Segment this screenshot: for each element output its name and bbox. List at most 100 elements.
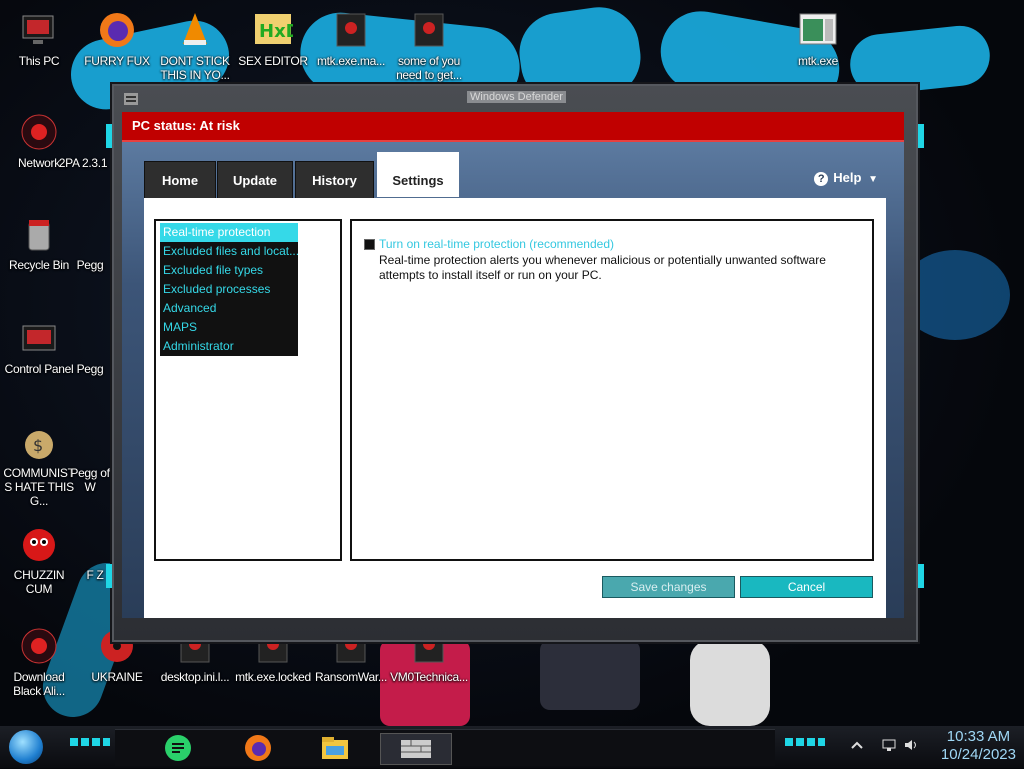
this-pc-icon [19, 10, 59, 50]
icon-label: some of you need to get... [396, 54, 462, 82]
defender-window: Windows Defender PC status: At risk Home… [106, 82, 924, 644]
help-icon: ? [814, 172, 829, 186]
nav-item-real-time-protection[interactable]: Real-time protection [160, 223, 298, 242]
icon-label: Download Black Ali... [13, 670, 65, 698]
realtime-protection-description: Real-time protection alerts you whenever… [379, 253, 826, 282]
desktop-icon-some-of-you[interactable]: some of you need to get... [390, 10, 468, 82]
show-hidden-icons-icon[interactable] [850, 738, 864, 752]
vlc-cone-icon [175, 10, 215, 50]
red-creature-icon [19, 524, 59, 564]
nav-item-maps[interactable]: MAPS [160, 318, 298, 337]
nav-item-excluded-file-types[interactable]: Excluded file types [160, 261, 298, 280]
tab-history[interactable]: History [295, 161, 374, 198]
dark-app-icon [409, 10, 449, 50]
settings-nav-box: Real-time protection Excluded files and … [154, 219, 342, 561]
icon-label: SEX EDITOR [238, 54, 308, 68]
nav-item-advanced[interactable]: Advanced [160, 299, 298, 318]
help-label: Help [833, 170, 862, 185]
frame-accent [918, 124, 924, 148]
dark-app-icon [331, 10, 371, 50]
taskbar-accent [70, 738, 110, 746]
chevron-down-icon: ▼ [868, 174, 878, 185]
notes-app-icon[interactable] [163, 733, 193, 763]
icon-label: CHUZZIN CUM [13, 568, 65, 596]
clock-date: 10/24/2023 [940, 746, 1016, 763]
taskbar-apps [115, 729, 775, 766]
icon-label: DONT STICK THIS IN YO... [160, 54, 230, 82]
app-icon [70, 422, 110, 462]
window-app-icon [798, 10, 838, 50]
desktop-icon-furry-fux[interactable]: FURRY FUX [78, 10, 156, 68]
nav-item-excluded-processes[interactable]: Excluded processes [160, 280, 298, 299]
network-tray-icon[interactable] [882, 738, 896, 752]
icon-label: mtk.exe.locked [235, 670, 311, 684]
frame-accent [106, 124, 112, 148]
desktop-icon-pegg-1[interactable]: Pegg [70, 214, 110, 272]
nav-item-administrator[interactable]: Administrator [160, 337, 298, 356]
desktop-icon-2pac[interactable]: 2PA 2.3.1 [58, 112, 108, 170]
icon-label: mtk.exe.ma... [316, 54, 386, 68]
settings-nav-list: Real-time protection Excluded files and … [160, 223, 298, 356]
nav-item-excluded-files[interactable]: Excluded files and locat... [160, 242, 298, 261]
desktop-icon-communists[interactable]: $ COMMUNISTS HATE THIS G... [0, 422, 78, 508]
desktop-icon-control-panel[interactable]: Control Panel [0, 318, 78, 376]
realtime-protection-checkbox[interactable] [364, 239, 375, 250]
icon-label: COMMUNISTS HATE THIS G... [3, 466, 75, 508]
system-clock[interactable]: 10:33 AM 10/24/2023 [941, 728, 1016, 764]
firefox-icon [97, 10, 137, 50]
icon-label: Pegg [76, 362, 104, 376]
desktop-icon-pegg-2[interactable]: Pegg [70, 318, 110, 376]
icon-label: 2PA 2.3.1 [58, 156, 108, 170]
realtime-protection-label[interactable]: Turn on real-time protection (recommende… [379, 237, 614, 251]
icon-label: Pegg [76, 258, 104, 272]
network-icon [19, 626, 59, 666]
window-title: Windows Defender [467, 91, 566, 103]
desktop-icon-dont-stick[interactable]: DONT STICK THIS IN YO... [156, 10, 234, 82]
money-bag-icon: $ [19, 422, 59, 462]
clock-time: 10:33 AM [946, 728, 1011, 745]
icon-label: UKRAINE [91, 670, 143, 684]
desktop-icon-pegg-3[interactable]: Pegg of W [70, 422, 110, 494]
cancel-button[interactable]: Cancel [740, 576, 873, 598]
app-icon [70, 318, 110, 358]
taskbar: 10:33 AM 10/24/2023 [0, 726, 1024, 768]
desktop-icon-mtk-exe-ma[interactable]: mtk.exe.ma... [312, 10, 390, 68]
frame-accent [918, 564, 924, 588]
icon-label: This PC [18, 54, 60, 68]
desktop-icon-mtk-exe[interactable]: mtk.exe [779, 10, 857, 68]
tab-update[interactable]: Update [217, 161, 293, 198]
help-menu[interactable]: ? Help ▼ [814, 170, 878, 186]
save-changes-button[interactable]: Save changes [602, 576, 735, 598]
desktop-icon-chuzzin-cum[interactable]: CHUZZIN CUM [0, 524, 78, 596]
icon-label: Recycle Bin [8, 258, 70, 272]
icon-label: RansomWar... [315, 670, 387, 684]
start-button[interactable] [9, 730, 43, 764]
recycle-bin-icon [19, 214, 59, 254]
frame-accent [106, 564, 112, 588]
defender-content: Home Update History Settings ? Help ▼ Rea… [122, 142, 904, 618]
icon-label: mtk.exe [798, 54, 838, 68]
desktop-icon-sex-editor[interactable]: HxD SEX EDITOR [234, 10, 312, 68]
hex-editor-icon: HxD [253, 10, 301, 50]
tab-settings[interactable]: Settings [377, 152, 459, 197]
wall-app-icon[interactable] [380, 733, 452, 765]
desktop-icon-download-black[interactable]: Download Black Ali... [0, 626, 78, 698]
app-icon [70, 214, 110, 254]
desktop-icon-recycle-bin[interactable]: Recycle Bin [0, 214, 78, 272]
window-titlebar[interactable]: Windows Defender [112, 84, 918, 112]
taskbar-accent [785, 738, 825, 746]
app-icon [63, 112, 103, 152]
network-icon [19, 112, 59, 152]
svg-text:HxD: HxD [259, 21, 293, 42]
volume-icon[interactable] [904, 738, 918, 752]
window-app-icon [124, 92, 138, 105]
svg-text:$: $ [33, 436, 43, 455]
file-explorer-icon[interactable] [320, 733, 350, 763]
firefox-icon[interactable] [243, 733, 273, 763]
settings-detail-box: Turn on real-time protection (recommende… [350, 219, 874, 561]
icon-label: FURRY FUX [84, 54, 150, 68]
tab-home[interactable]: Home [144, 161, 216, 198]
icon-label: Pegg of W [70, 466, 110, 494]
settings-panel: Real-time protection Excluded files and … [144, 198, 886, 618]
desktop-icon-this-pc[interactable]: This PC [0, 10, 78, 68]
